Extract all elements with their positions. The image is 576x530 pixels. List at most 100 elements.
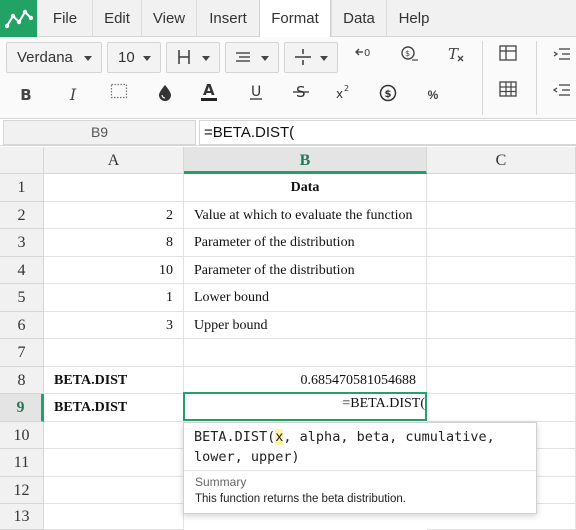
row-header-4[interactable]: 4 [0, 257, 44, 284]
menu-edit[interactable]: Edit [92, 0, 141, 37]
row-header-5[interactable]: 5 [0, 284, 44, 312]
menu-data[interactable]: Data [331, 0, 386, 37]
chevron-down-icon [320, 56, 328, 61]
menu-view[interactable]: View [141, 0, 196, 37]
toolbar-separator [536, 41, 537, 115]
cell-a8[interactable]: BETA.DIST [44, 367, 184, 394]
row-header-12[interactable]: 12 [0, 477, 44, 504]
cell-c1[interactable] [427, 174, 576, 202]
cell-c8[interactable] [427, 367, 576, 394]
indent-icon[interactable] [550, 45, 574, 69]
align-button[interactable] [225, 42, 279, 73]
cell-a10[interactable] [44, 422, 184, 449]
valign-button[interactable] [284, 42, 338, 73]
cell-b2[interactable]: Value at which to evaluate the function [184, 202, 427, 229]
cell-a6[interactable]: 3 [44, 312, 184, 339]
cell-a11[interactable] [44, 449, 184, 477]
cell-a13[interactable] [44, 504, 184, 530]
font-family-select[interactable]: Verdana [6, 42, 102, 73]
font-size-value: 10 [118, 49, 135, 66]
row-header-7[interactable]: 7 [0, 339, 44, 367]
cell-b9-editor[interactable]: =BETA.DIST( [342, 396, 425, 412]
chevron-down-icon [84, 56, 92, 61]
cell-c3[interactable] [427, 229, 576, 257]
fill-color-icon[interactable] [153, 83, 177, 107]
svg-text:$: $ [385, 89, 392, 100]
menu-file[interactable]: File [37, 0, 92, 37]
cell-a1[interactable] [44, 174, 184, 202]
row-header-11[interactable]: 11 [0, 449, 44, 477]
cell-a9[interactable]: BETA.DIST [44, 394, 184, 422]
dollar-icon[interactable]: $ [376, 83, 400, 107]
cell-a5[interactable]: 1 [44, 284, 184, 312]
menu-insert[interactable]: Insert [196, 0, 259, 37]
row-header-3[interactable]: 3 [0, 229, 44, 257]
row-header-9[interactable]: 9 [0, 394, 44, 422]
cell-a12[interactable] [44, 477, 184, 504]
superscript-icon[interactable]: x2 [332, 83, 356, 107]
cell-b5[interactable]: Lower bound [184, 284, 427, 312]
chevron-down-icon [202, 56, 210, 61]
row-header-13[interactable]: 13 [0, 504, 44, 530]
cell-a4[interactable]: 10 [44, 257, 184, 284]
row-header-1[interactable]: 1 [0, 174, 44, 202]
table-icon[interactable] [496, 45, 520, 69]
function-name: BETA.DIST( [194, 429, 276, 445]
borders-button[interactable] [166, 42, 220, 73]
function-signature: BETA.DIST(x, alpha, beta, cumulative, lo… [194, 427, 534, 467]
chevron-down-icon [261, 56, 269, 61]
cell-reference-box[interactable]: B9 [3, 120, 196, 145]
outdent-icon[interactable] [550, 81, 574, 105]
chart-logo-icon [5, 9, 33, 29]
toolbar: Verdana 10 0 $ T B I A U S x 2 $ % [0, 37, 576, 119]
cell-b3[interactable]: Parameter of the distribution [184, 229, 427, 257]
active-cell-b9[interactable]: =BETA.DIST( [183, 392, 427, 421]
summary-label: Summary [195, 475, 247, 489]
cell-a7[interactable] [44, 339, 184, 367]
cell-b4[interactable]: Parameter of the distribution [184, 257, 427, 284]
row-header-10[interactable]: 10 [0, 422, 44, 449]
text-color-icon[interactable]: A [197, 81, 221, 105]
currency-icon[interactable]: $ [398, 45, 422, 69]
menu-help[interactable]: Help [386, 0, 441, 37]
font-family-value: Verdana [17, 49, 73, 66]
decrease-decimal-icon[interactable]: 0 [353, 45, 377, 69]
svg-text:0: 0 [364, 48, 370, 59]
cell-b6[interactable]: Upper bound [184, 312, 427, 339]
row-header-6[interactable]: 6 [0, 312, 44, 339]
cell-c6[interactable] [427, 312, 576, 339]
cell-b8[interactable]: 0.685470581054688 [184, 367, 427, 394]
svg-text:2: 2 [344, 84, 349, 93]
column-header-a[interactable]: A [44, 147, 184, 174]
cell-c9[interactable] [427, 394, 576, 422]
grid-icon[interactable] [496, 81, 520, 105]
column-header-b[interactable]: B [184, 147, 427, 174]
cell-c2[interactable] [427, 202, 576, 229]
select-all-corner[interactable] [0, 147, 44, 174]
font-size-select[interactable]: 10 [107, 42, 161, 73]
bold-icon[interactable]: B [14, 83, 38, 107]
cell-c4[interactable] [427, 257, 576, 284]
tooltip-divider [184, 470, 536, 471]
cell-b7[interactable] [184, 339, 427, 367]
formula-input[interactable]: =BETA.DIST( [199, 120, 576, 145]
cell-a3[interactable]: 8 [44, 229, 184, 257]
row-header-2[interactable]: 2 [0, 202, 44, 229]
strikethrough-icon[interactable]: S [289, 83, 313, 107]
menu-format[interactable]: Format [259, 0, 331, 38]
italic-icon[interactable]: I [61, 83, 85, 107]
row-header-8[interactable]: 8 [0, 367, 44, 394]
column-header-c[interactable]: C [427, 147, 576, 174]
clear-format-icon[interactable]: T [443, 45, 467, 69]
menu-bar: File Edit View Insert Format Data Help [0, 0, 576, 38]
chevron-down-icon [143, 56, 151, 61]
cell-c5[interactable] [427, 284, 576, 312]
svg-text:x: x [336, 87, 343, 101]
cell-b1[interactable]: Data [184, 174, 427, 202]
border-dotted-icon[interactable] [107, 83, 131, 107]
cell-a2[interactable]: 2 [44, 202, 184, 229]
underline-icon[interactable]: U [244, 83, 268, 107]
cell-c7[interactable] [427, 339, 576, 367]
app-logo [0, 0, 37, 37]
percent-icon[interactable]: % [421, 83, 445, 107]
